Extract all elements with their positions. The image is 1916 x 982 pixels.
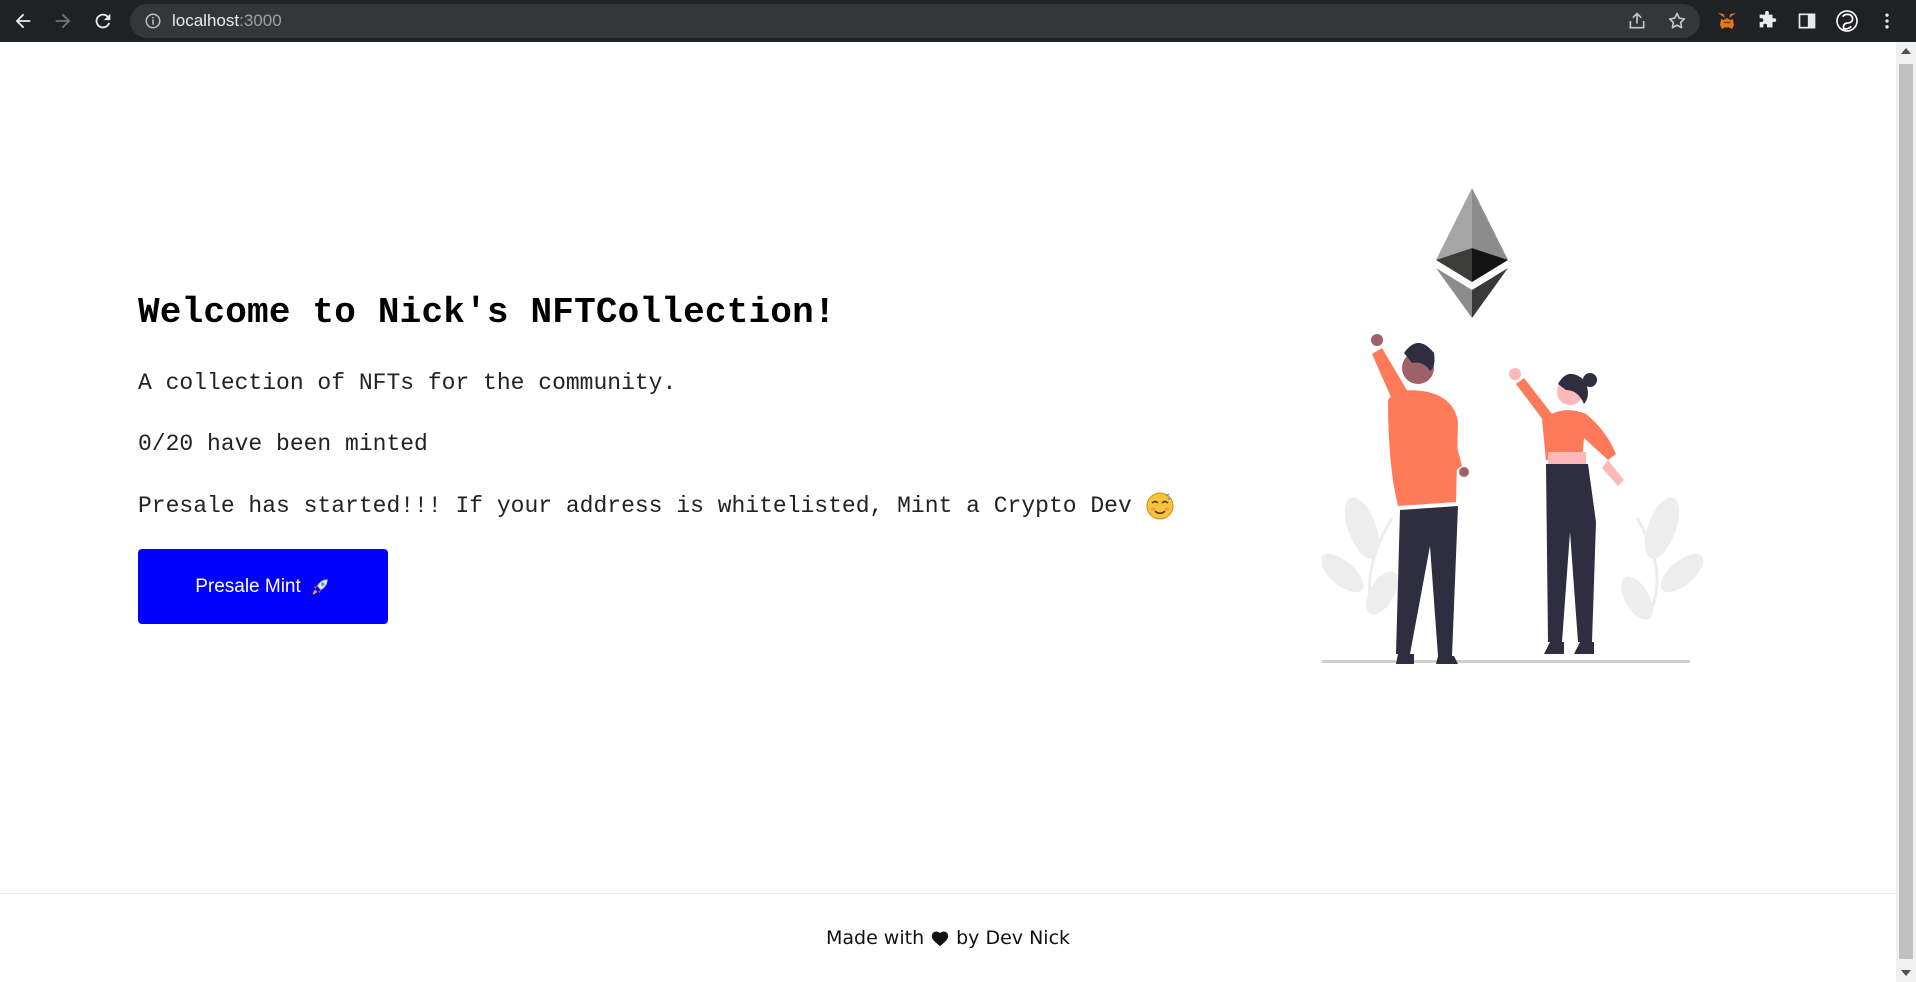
info-icon[interactable] (144, 12, 162, 30)
forward-icon (55, 13, 71, 29)
address-bar[interactable]: localhost:3000 (130, 4, 1700, 38)
minted-status: 0/20 have been minted (138, 431, 428, 457)
man-figure (1371, 334, 1469, 664)
share-icon[interactable] (1624, 8, 1650, 34)
hero-section: Welcome to Nick's NFTCollection! A colle… (138, 292, 1238, 624)
footer-author: by Dev Nick (956, 927, 1071, 949)
browser-toolbar: localhost:3000 (0, 0, 1916, 42)
presale-message: Presale has started!!! If your address i… (138, 493, 1132, 519)
rocket-icon (312, 578, 328, 594)
profile-icon[interactable] (1832, 6, 1862, 36)
scroll-down-arrow-icon[interactable] (1896, 964, 1916, 982)
footer-made-with: Made with (825, 927, 925, 949)
reload-icon (95, 13, 111, 29)
url-port: :3000 (239, 11, 282, 30)
hero-illustration (1322, 188, 1704, 664)
decorative-plants (1322, 497, 1704, 620)
woman-figure (1509, 368, 1624, 654)
page-scrollbar[interactable] (1896, 42, 1916, 982)
page-title: Welcome to Nick's NFTCollection! (138, 292, 836, 333)
face-emoji-icon (1146, 492, 1174, 520)
scroll-thumb[interactable] (1899, 64, 1913, 959)
page-viewport: Welcome to Nick's NFTCollection! A colle… (0, 42, 1896, 982)
ground-line (1322, 660, 1690, 663)
reload-button[interactable] (88, 6, 118, 36)
forward-button[interactable] (48, 6, 78, 36)
extensions-icon[interactable] (1752, 6, 1782, 36)
sidepanel-icon[interactable] (1792, 6, 1822, 36)
star-icon[interactable] (1664, 8, 1690, 34)
collection-description: A collection of NFTs for the community. (138, 370, 677, 396)
page-footer: Made with by Dev Nick (0, 893, 1896, 982)
scroll-up-arrow-icon[interactable] (1896, 42, 1916, 60)
ethereum-logo (1436, 188, 1508, 318)
back-icon (15, 13, 31, 29)
heart-icon (931, 931, 949, 947)
presale-message-row: Presale has started!!! If your address i… (138, 492, 1238, 520)
menu-icon[interactable] (1872, 6, 1902, 36)
back-button[interactable] (8, 6, 38, 36)
metamask-icon[interactable] (1712, 6, 1742, 36)
presale-mint-label: Presale Mint (195, 575, 301, 597)
url-host: localhost (172, 11, 240, 30)
presale-mint-button[interactable]: Presale Mint (138, 549, 388, 624)
